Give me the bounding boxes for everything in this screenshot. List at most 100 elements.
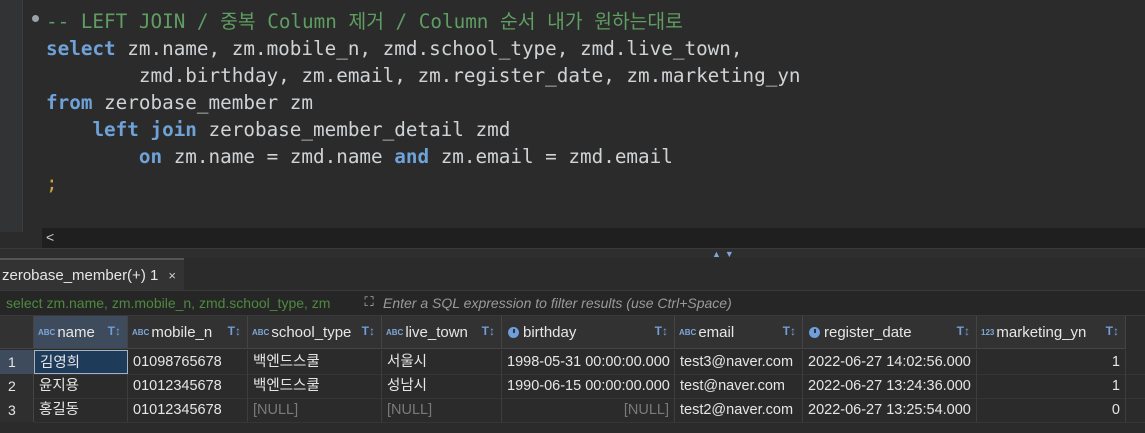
column-label: name (57, 323, 95, 341)
results-grid[interactable]: ABC name T↕ ABC mobile_n T↕ ABC school_type T↕ AB… (0, 316, 1145, 433)
code-line[interactable]: on zm.name = zmd.name and zm.email = zmd… (46, 143, 801, 170)
cell-birthday[interactable]: 1990-06-15 00:00:00.000 (502, 374, 675, 398)
code-line[interactable]: left join zerobase_member_detail zmd (46, 116, 801, 143)
column-header-register_date[interactable]: register_date T↕ (803, 316, 977, 349)
cell-name[interactable]: 윤지용 (34, 374, 128, 398)
cell-live_town[interactable]: 성남시 (382, 374, 502, 398)
row-number[interactable]: 3 (0, 398, 34, 422)
tab-zerobase-member[interactable]: zerobase_member(+) 1 × (0, 258, 184, 290)
cell-register_date[interactable]: 2022-06-27 13:24:36.000 (803, 374, 977, 398)
row-number[interactable]: 1 (0, 350, 34, 374)
column-header-birthday[interactable]: birthday T↕ (502, 316, 675, 349)
column-label: register_date (824, 323, 912, 341)
grid-header: ABC name T↕ ABC mobile_n T↕ ABC school_type T↕ AB… (0, 316, 1145, 349)
cell-mobile_n[interactable]: 01012345678 (128, 374, 248, 398)
cell-mobile_n[interactable]: 01098765678 (128, 350, 248, 374)
cell-register_date[interactable]: 2022-06-27 14:02:56.000 (803, 350, 977, 374)
column-header-school_type[interactable]: ABC school_type T↕ (248, 316, 382, 349)
column-header-mobile_n[interactable]: ABC mobile_n T↕ (128, 316, 248, 349)
sql-keyword: on (138, 145, 163, 168)
cell-live_town[interactable]: 서울시 (382, 350, 502, 374)
sql-code[interactable]: -- LEFT JOIN / 중복 Column 제거 / Column 순서 … (46, 8, 801, 197)
filter-bar: select zm.name, zm.mobile_n, zmd.school_… (0, 291, 1145, 316)
sql-text: ; (46, 172, 58, 195)
sort-filter-icon[interactable]: T↕ (108, 324, 121, 338)
row-divider (34, 422, 1145, 423)
text-type-icon: ABC (252, 327, 270, 337)
filter-input[interactable] (383, 293, 1133, 313)
sort-filter-icon[interactable]: T↕ (783, 324, 796, 338)
code-line[interactable]: select zm.name, zm.mobile_n, zmd.school_… (46, 35, 801, 62)
cell-mobile_n[interactable]: 01012345678 (128, 398, 248, 422)
cell-email[interactable]: test@naver.com (675, 374, 803, 398)
cell-marketing_yn[interactable]: 1 (977, 374, 1126, 398)
sql-keyword: left join (92, 118, 197, 141)
text-type-icon: ABC (679, 327, 697, 337)
sort-filter-icon[interactable]: T↕ (482, 324, 495, 338)
editor-gutter (0, 0, 22, 232)
code-line[interactable]: ; (46, 170, 801, 197)
sql-keyword: and (394, 145, 430, 168)
column-label: marketing_yn (996, 323, 1087, 341)
sql-keyword: from (46, 91, 93, 114)
row-number[interactable]: 2 (0, 374, 34, 398)
cell-school_type[interactable]: 백엔드스쿨 (248, 374, 382, 398)
editor-horizontal-scrollbar[interactable]: < (42, 228, 1145, 248)
text-type-icon: ABC (38, 327, 56, 337)
sort-filter-icon[interactable]: T↕ (957, 324, 970, 338)
sql-text: zm.name, zm.mobile_n, zmd.school_type, z… (115, 37, 743, 60)
cell-live_town[interactable]: [NULL] (382, 398, 502, 422)
column-header-email[interactable]: ABC email T↕ (675, 316, 803, 349)
code-line[interactable]: zmd.birthday, zm.email, zm.register_date… (46, 62, 801, 89)
sql-editor[interactable]: -- LEFT JOIN / 중복 Column 제거 / Column 순서 … (0, 0, 1145, 248)
sql-comment: -- LEFT JOIN / 중복 Column 제거 / Column 순서 … (46, 10, 683, 33)
sort-filter-icon[interactable]: T↕ (228, 324, 241, 338)
sql-text: zerobase_member_detail zmd (196, 118, 511, 141)
column-label: email (698, 323, 735, 341)
filter-query-preview: select zm.name, zm.mobile_n, zmd.school_… (6, 295, 331, 311)
cell-name[interactable]: 홍길동 (34, 398, 128, 422)
results-tabbar: zerobase_member(+) 1 × (0, 258, 1145, 291)
cell-birthday[interactable]: 1998-05-31 00:00:00.000 (502, 350, 675, 374)
sort-filter-icon[interactable]: T↕ (1106, 324, 1119, 338)
column-label: live_town (405, 323, 468, 341)
sql-text: zm.name = zmd.name (162, 145, 395, 168)
column-header-marketing_yn[interactable]: 123 marketing_yn T↕ (977, 316, 1126, 349)
cell-marketing_yn[interactable]: 1 (977, 350, 1126, 374)
sql-text: zerobase_member zm (92, 91, 313, 114)
sort-filter-icon[interactable]: T↕ (362, 324, 375, 338)
column-label: birthday (523, 323, 577, 341)
datetime-type-icon (809, 326, 820, 338)
scroll-left-icon[interactable]: < (46, 229, 54, 245)
cell-school_type[interactable]: [NULL] (248, 398, 382, 422)
numeric-type-icon: 123 (981, 327, 995, 337)
cell-email[interactable]: test3@naver.com (675, 350, 803, 374)
sql-text: zmd.birthday, zm.email, zm.register_date… (46, 64, 801, 87)
code-line[interactable]: -- LEFT JOIN / 중복 Column 제거 / Column 순서 … (46, 8, 801, 35)
code-line[interactable]: from zerobase_member zm (46, 89, 801, 116)
cell-marketing_yn[interactable]: 0 (977, 398, 1126, 422)
sql-keyword: select (46, 37, 116, 60)
text-type-icon: ABC (132, 327, 150, 337)
expand-icon[interactable]: ⛶ (361, 294, 377, 310)
grid-corner[interactable] (0, 316, 34, 349)
column-label: mobile_n (151, 323, 213, 341)
cell-name[interactable]: 김영희 (34, 350, 128, 374)
gutter-divider (22, 0, 23, 232)
tab-label: zerobase_member(+) 1 (2, 266, 159, 284)
text-type-icon: ABC (386, 327, 404, 337)
sql-text: zm.email = zmd.email (429, 145, 673, 168)
column-header-live_town[interactable]: ABC live_town T↕ (382, 316, 502, 349)
column-header-name[interactable]: ABC name T↕ (34, 316, 128, 349)
cell-birthday[interactable]: [NULL] (502, 398, 675, 422)
close-icon[interactable]: × (168, 268, 176, 283)
fold-marker-icon[interactable] (32, 15, 39, 22)
datetime-type-icon (508, 326, 519, 338)
sort-filter-icon[interactable]: T↕ (655, 324, 668, 338)
column-label: school_type (271, 323, 352, 341)
cell-email[interactable]: test2@naver.com (675, 398, 803, 422)
cell-register_date[interactable]: 2022-06-27 13:25:54.000 (803, 398, 977, 422)
cell-school_type[interactable]: 백엔드스쿨 (248, 350, 382, 374)
